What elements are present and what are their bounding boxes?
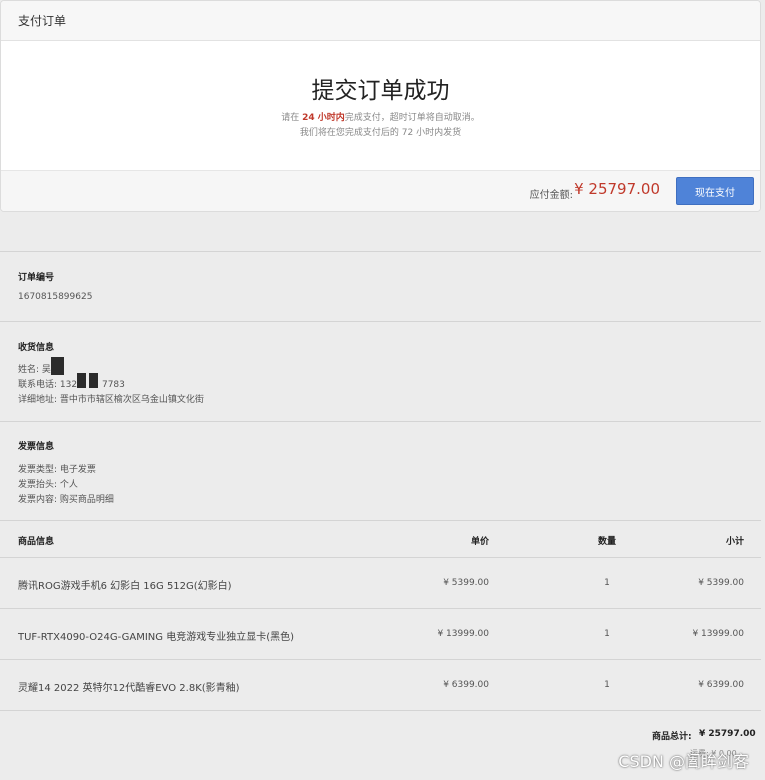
divider xyxy=(0,557,761,558)
panel-header: 支付订单 xyxy=(1,1,760,41)
divider xyxy=(0,710,761,711)
col-price: 单价 xyxy=(470,537,489,547)
total-value: ¥ 25797.00 xyxy=(699,729,756,739)
divider xyxy=(0,251,761,252)
product-subtotal: ¥ 6399.00 xyxy=(698,680,744,690)
divider xyxy=(0,659,761,660)
product-name: 腾讯ROG游戏手机6 幻影白 16G 512G(幻影白) xyxy=(18,581,232,592)
product-qty: 1 xyxy=(604,578,610,588)
csdn-watermark: CSDN @阖眸剑客 xyxy=(618,752,749,771)
amount-label: 应付金额: xyxy=(529,190,573,201)
shipping-phone-tail: 7783 xyxy=(101,380,125,390)
col-qty: 数量 xyxy=(597,537,616,547)
redaction-mask xyxy=(89,373,98,388)
product-subtotal: ¥ 13999.00 xyxy=(692,629,744,639)
total-label: 商品总计: xyxy=(652,732,692,742)
order-number: 1670815899625 xyxy=(18,292,93,302)
shipping-title: 收货信息 xyxy=(18,343,55,353)
success-title: 提交订单成功 xyxy=(311,78,450,104)
redaction-mask xyxy=(77,373,86,388)
product-qty: 1 xyxy=(604,629,610,639)
pay-order-panel: 支付订单 提交订单成功 请在 24 小时内完成支付，超时订单将自动取消。 我们将… xyxy=(0,0,761,212)
invoice-title: 发票信息 xyxy=(18,442,55,452)
shipping-address: 晋中市市辖区榆次区乌金山镇文化街 xyxy=(59,395,204,405)
shipping-address-row: 详细地址: 晋中市市辖区榆次区乌金山镇文化街 xyxy=(18,395,204,405)
invoice-type-row: 发票类型: 电子发票 xyxy=(18,465,96,475)
product-qty: 1 xyxy=(604,680,610,690)
product-price: ¥ 5399.00 xyxy=(443,578,489,588)
shipping-tip: 我们将在您完成支付后的 72 小时内发货 xyxy=(299,128,462,138)
product-subtotal: ¥ 5399.00 xyxy=(698,578,744,588)
order-number-title: 订单编号 xyxy=(18,273,55,283)
redaction-mask xyxy=(51,357,64,375)
shipping-phone: 132 xyxy=(59,380,78,390)
product-price: ¥ 13999.00 xyxy=(437,629,489,639)
col-subtotal: 小计 xyxy=(725,537,744,547)
divider xyxy=(0,321,761,322)
divider xyxy=(0,608,761,609)
payment-deadline-tip: 请在 24 小时内完成支付，超时订单将自动取消。 xyxy=(281,113,480,123)
col-product: 商品信息 xyxy=(18,537,55,547)
amount-due: ¥ 25797.00 xyxy=(574,180,660,198)
pay-now-button[interactable]: 现在支付 xyxy=(676,177,754,205)
shipping-phone-row: 联系电话: 132 7783 xyxy=(18,380,125,390)
deadline-hours: 24 小时内 xyxy=(302,113,345,123)
product-price: ¥ 6399.00 xyxy=(443,680,489,690)
payment-bar: 应付金额: ¥ 25797.00 现在支付 xyxy=(1,170,760,211)
invoice-content-row: 发票内容: 购买商品明细 xyxy=(18,495,114,505)
divider xyxy=(0,520,761,521)
divider xyxy=(0,421,761,422)
product-name: 灵耀14 2022 英特尔12代酷睿EVO 2.8K(影青釉) xyxy=(18,683,240,694)
invoice-header-row: 发票抬头: 个人 xyxy=(18,480,78,490)
product-name: TUF-RTX4090-O24G-GAMING 电竞游戏专业独立显卡(黑色) xyxy=(18,632,295,643)
panel-title: 支付订单 xyxy=(18,14,67,28)
